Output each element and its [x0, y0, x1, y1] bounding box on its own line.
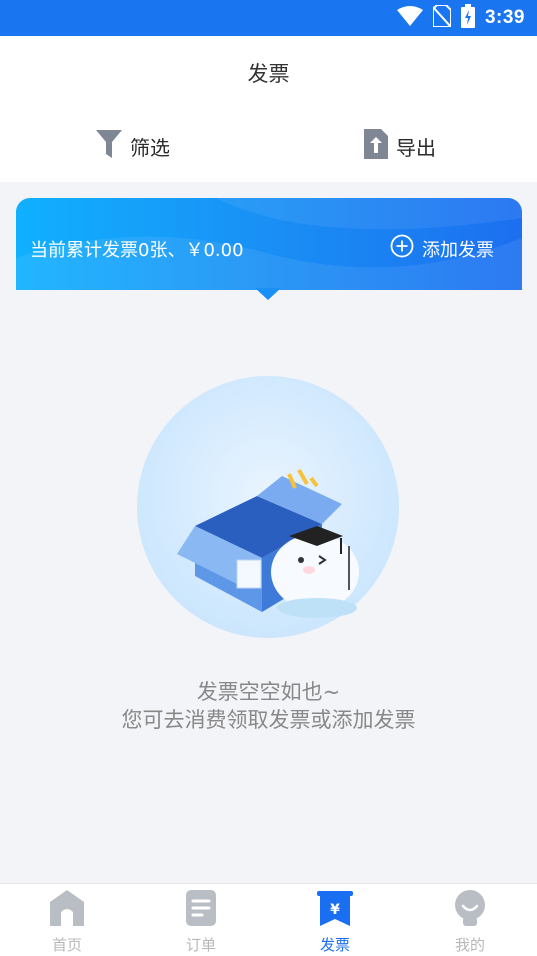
add-circle-icon [390, 234, 414, 263]
filter-label: 筛选 [130, 135, 170, 160]
tab-home-label: 首页 [51, 936, 82, 954]
action-toolbar: 筛选 导出 [0, 110, 537, 182]
export-button[interactable]: 导出 [364, 128, 436, 164]
svg-text:¥: ¥ [330, 902, 340, 918]
status-time: 3:39 [484, 7, 525, 28]
export-label: 导出 [396, 135, 436, 160]
add-invoice-label: 添加发票 [422, 239, 494, 261]
no-sim-icon [431, 4, 452, 31]
empty-title: 发票空空如也~ [196, 680, 341, 704]
card-pointer [255, 288, 281, 300]
add-invoice-button[interactable]: 添加发票 [390, 234, 494, 263]
invoice-summary-card: 当前累计发票0张、￥0.00 添加发票 [16, 198, 522, 290]
page-title: 发票 [247, 62, 290, 86]
tab-orders-label: 订单 [185, 936, 216, 954]
tab-profile-label: 我的 [454, 936, 485, 954]
order-icon [186, 890, 216, 930]
status-bar: 3:39 [0, 0, 537, 36]
filter-button[interactable]: 筛选 [96, 128, 170, 164]
battery-charging-icon [460, 4, 475, 32]
tab-invoice-label: 发票 [319, 936, 350, 954]
tab-orders[interactable]: 订单 [161, 890, 241, 954]
status-icons: 3:39 [396, 4, 525, 32]
tab-profile[interactable]: 我的 [430, 890, 510, 954]
filter-icon [96, 129, 122, 163]
wifi-icon [396, 6, 423, 30]
empty-illustration [137, 376, 399, 638]
invoice-icon: ¥ [317, 890, 353, 930]
profile-icon [452, 890, 488, 930]
empty-hint: 您可去消费领取发票或添加发票 [121, 708, 416, 732]
tab-invoice[interactable]: ¥ 发票 [295, 890, 375, 954]
invoice-total-text: 当前累计发票0张、￥0.00 [30, 240, 244, 261]
title-bar: 发票 [0, 36, 537, 110]
export-icon [364, 128, 388, 164]
tab-home[interactable]: 首页 [27, 890, 107, 954]
bottom-tab-bar: 首页 订单 ¥ 发票 我的 [0, 883, 537, 956]
home-icon [50, 890, 84, 930]
